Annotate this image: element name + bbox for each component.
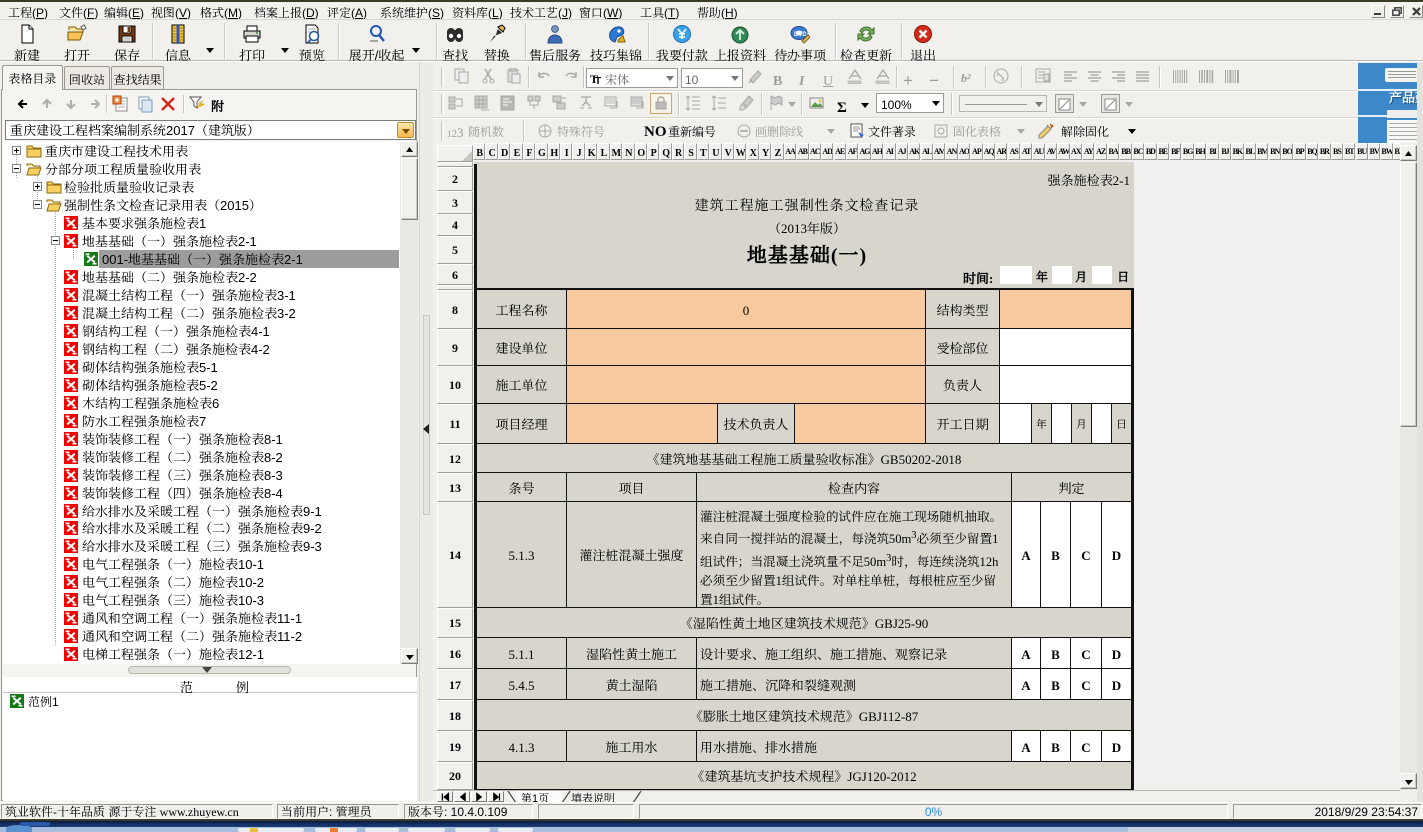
svg-text:1: 1 [996, 69, 1000, 78]
svg-text:DVD: DVD [794, 29, 807, 38]
